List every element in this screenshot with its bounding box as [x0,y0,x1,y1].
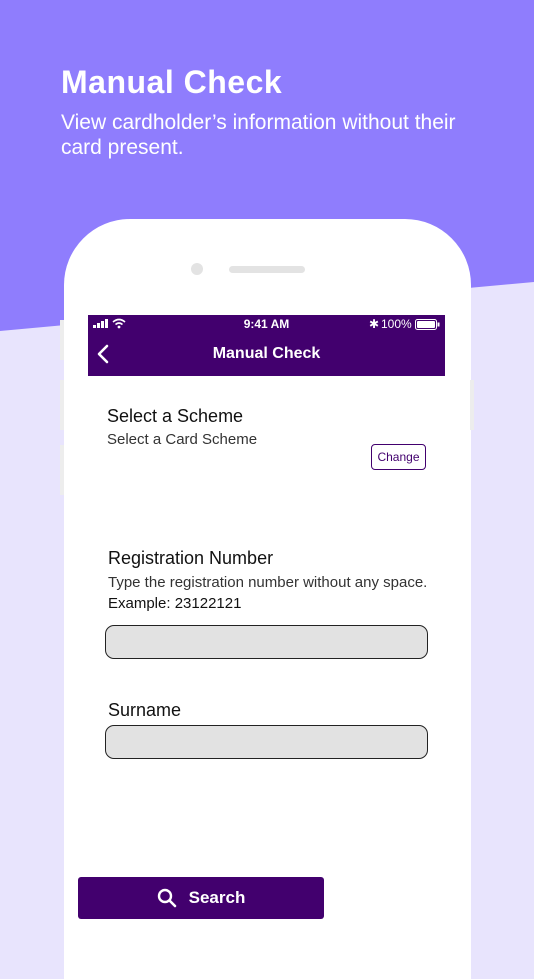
status-bar: 9:41 AM ✱ 100% [88,315,445,333]
nav-bar: Manual Check [88,333,445,376]
surname-input[interactable] [105,725,428,759]
registration-helper-text: Type the registration number without any… [108,574,428,591]
nav-title: Manual Check [212,345,321,362]
bluetooth-icon: ✱ [369,317,380,331]
surname-label: Surname [108,700,182,720]
hero-subtitle: View cardholder’s information without th… [61,111,456,159]
battery-icon [415,319,440,330]
search-button[interactable]: Search [78,877,324,919]
hero-title: Manual Check [61,64,283,100]
phone-frame: 9:41 AM ✱ 100% Manual Check Select a Sch… [64,219,471,979]
registration-label: Registration Number [108,548,274,568]
registration-number-input[interactable] [105,625,428,659]
registration-helper: Type the registration number without any… [108,572,428,614]
search-button-label: Search [188,888,246,907]
phone-side-button [60,445,64,495]
phone-side-button [60,380,64,430]
battery-percent: 100% [381,317,412,331]
phone-side-button [470,380,474,430]
scheme-heading: Select a Scheme [107,406,244,426]
phone-side-button [60,320,64,360]
registration-example: Example: 23122121 [108,595,242,612]
scheme-value: Select a Card Scheme [107,431,258,448]
speaker-grille [229,266,305,273]
change-scheme-button[interactable]: Change [371,444,426,470]
search-icon [157,888,176,908]
camera-icon [191,263,203,275]
